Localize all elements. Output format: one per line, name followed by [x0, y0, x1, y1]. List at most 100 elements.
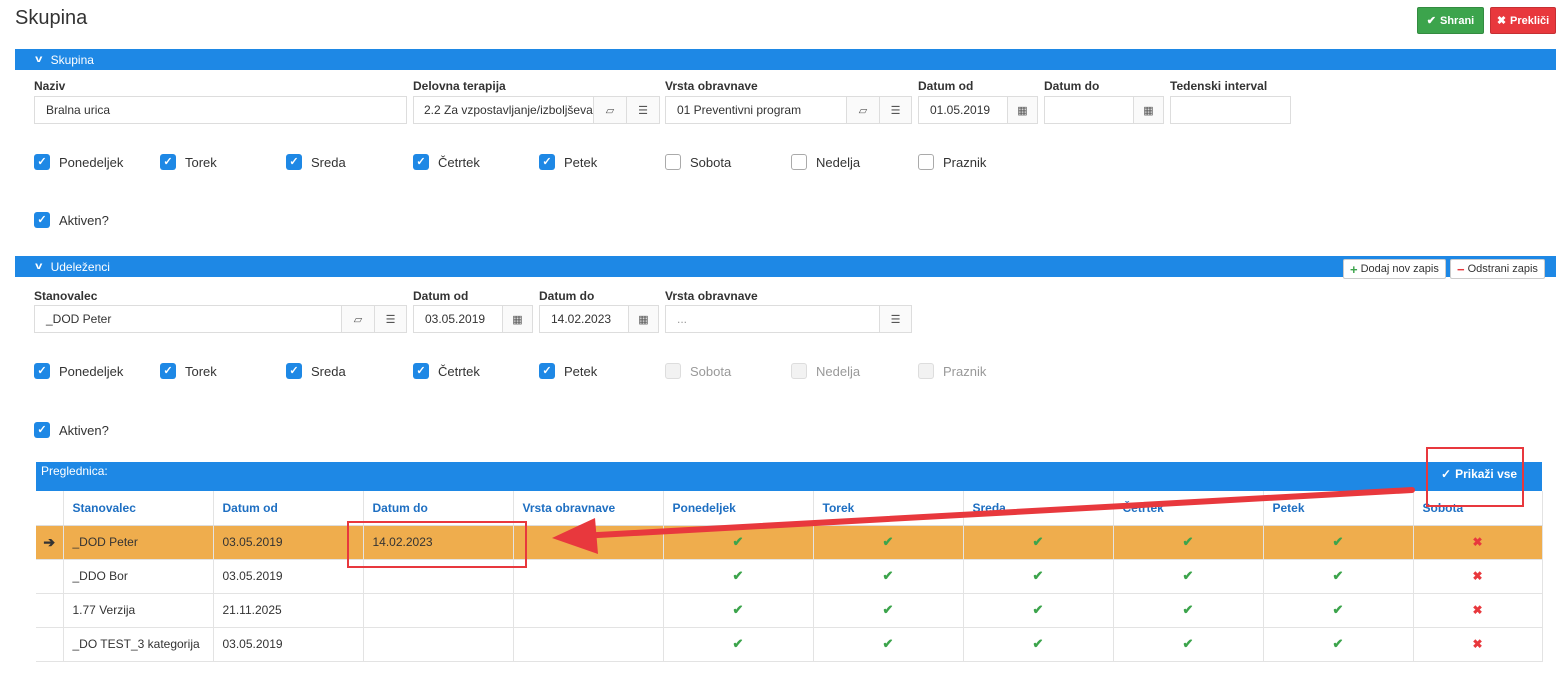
list-icon[interactable]: ☰ — [626, 96, 660, 124]
p-day-sobota: Sobota — [665, 363, 731, 379]
p-day-praznik: Praznik — [918, 363, 986, 379]
add-record-button[interactable]: + Dodaj nov zapis — [1343, 259, 1446, 279]
table-row[interactable]: _DO TEST_3 kategorija 03.05.2019 ✔ ✔ ✔ ✔… — [36, 627, 1543, 662]
group-day-cetrtek[interactable]: ✓ Četrtek — [413, 154, 480, 170]
therapy-label: Delovna terapija — [413, 79, 506, 93]
group-day-praznik[interactable]: Praznik — [918, 154, 986, 170]
checkbox-checked-icon: ✓ — [539, 154, 555, 170]
resident-input[interactable]: _DOD Peter — [34, 305, 342, 333]
date-from-input[interactable]: 01.05.2019 — [918, 96, 1008, 124]
calendar-icon[interactable]: ▦ — [502, 305, 533, 333]
checkbox-checked-icon: ✓ — [34, 422, 50, 438]
check-icon: ✔ — [882, 636, 894, 651]
eraser-icon[interactable]: ▱ — [341, 305, 375, 333]
p-day-cetrtek[interactable]: ✓ Četrtek — [413, 363, 480, 379]
group-day-petek[interactable]: ✓ Petek — [539, 154, 597, 170]
p-date-to-input[interactable]: 14.02.2023 — [539, 305, 629, 333]
group-day-sreda[interactable]: ✓ Sreda — [286, 154, 346, 170]
check-icon: ✔ — [1332, 602, 1344, 617]
calendar-icon[interactable]: ▦ — [1133, 96, 1164, 124]
table-row[interactable]: _DDO Bor 03.05.2019 ✔ ✔ ✔ ✔ ✔ ✖ — [36, 559, 1543, 594]
annotation-arrow-icon — [552, 487, 1415, 554]
chevron-down-icon: v — [35, 261, 43, 272]
checkbox-empty-icon — [918, 154, 934, 170]
participants-section-header[interactable]: v Udeleženci — [15, 256, 1556, 277]
checkbox-empty-icon — [791, 154, 807, 170]
p-date-to-label: Datum do — [539, 289, 595, 303]
check-icon: ✔ — [1032, 568, 1044, 583]
column-header[interactable]: Stanovalec — [63, 491, 214, 526]
list-icon[interactable]: ☰ — [879, 96, 912, 124]
p-type-input[interactable]: ... — [665, 305, 880, 333]
date-to-input[interactable] — [1044, 96, 1134, 124]
plus-icon: + — [1350, 261, 1358, 277]
check-icon: ✔ — [1426, 15, 1436, 27]
checkbox-empty-icon — [665, 154, 681, 170]
p-day-petek[interactable]: ✓ Petek — [539, 363, 597, 379]
cancel-button[interactable]: ✖ Prekliči — [1490, 7, 1556, 34]
column-header[interactable]: Datum do — [363, 491, 514, 526]
cross-icon: ✖ — [1472, 569, 1483, 583]
cross-icon: ✖ — [1472, 637, 1483, 651]
type-input[interactable]: 01 Preventivni program — [665, 96, 847, 124]
p-type-label: Vrsta obravnave — [665, 289, 758, 303]
p-date-from-input[interactable]: 03.05.2019 — [413, 305, 503, 333]
weekly-interval-input[interactable] — [1170, 96, 1291, 124]
row-pointer-icon: ➔ — [36, 525, 64, 560]
group-section-header[interactable]: v Skupina — [15, 49, 1556, 70]
checkbox-disabled-icon — [665, 363, 681, 379]
list-icon[interactable]: ☰ — [879, 305, 912, 333]
cross-icon: ✖ — [1472, 535, 1483, 549]
name-input[interactable]: Bralna urica — [34, 96, 407, 124]
check-icon: ✔ — [732, 568, 744, 583]
group-day-torek[interactable]: ✓ Torek — [160, 154, 217, 170]
group-day-sobota[interactable]: Sobota — [665, 154, 731, 170]
checkbox-disabled-icon — [918, 363, 934, 379]
group-day-nedelja[interactable]: Nedelja — [791, 154, 860, 170]
check-icon: ✔ — [1032, 602, 1044, 617]
checkbox-checked-icon: ✓ — [413, 363, 429, 379]
p-day-nedelja: Nedelja — [791, 363, 860, 379]
p-day-sreda[interactable]: ✓ Sreda — [286, 363, 346, 379]
eraser-icon[interactable]: ▱ — [846, 96, 880, 124]
check-icon: ✔ — [1182, 636, 1194, 651]
check-icon: ✔ — [1182, 602, 1194, 617]
checkbox-checked-icon: ✓ — [34, 154, 50, 170]
p-day-torek[interactable]: ✓ Torek — [160, 363, 217, 379]
checkbox-disabled-icon — [791, 363, 807, 379]
chevron-down-icon: v — [35, 54, 43, 65]
cross-icon: ✖ — [1472, 603, 1483, 617]
checkbox-checked-icon: ✓ — [286, 154, 302, 170]
checkbox-checked-icon: ✓ — [34, 363, 50, 379]
p-day-ponedeljek[interactable]: ✓ Ponedeljek — [34, 363, 123, 379]
table-row[interactable]: 1.77 Verzija 21.11.2025 ✔ ✔ ✔ ✔ ✔ ✖ — [36, 593, 1543, 628]
p-active-checkbox[interactable]: ✓ Aktiven? — [34, 422, 109, 438]
annotation-box-date — [347, 521, 527, 568]
group-active-checkbox[interactable]: ✓ Aktiven? — [34, 212, 109, 228]
checkbox-checked-icon: ✓ — [539, 363, 555, 379]
check-icon: ✔ — [882, 568, 894, 583]
check-icon: ✔ — [1032, 636, 1044, 651]
type-label: Vrsta obravnave — [665, 79, 758, 93]
close-icon: ✖ — [1496, 15, 1507, 27]
annotation-box-show-all — [1426, 447, 1524, 507]
calendar-icon[interactable]: ▦ — [628, 305, 659, 333]
eraser-icon[interactable]: ▱ — [593, 96, 627, 124]
checkbox-checked-icon: ✓ — [34, 212, 50, 228]
therapy-input[interactable]: 2.2 Za vzpostavljanje/izboljševanje — [413, 96, 594, 124]
group-day-ponedeljek[interactable]: ✓ Ponedeljek — [34, 154, 123, 170]
check-icon: ✔ — [1182, 568, 1194, 583]
date-from-label: Datum od — [918, 79, 974, 93]
column-header[interactable]: Datum od — [213, 491, 364, 526]
save-button[interactable]: ✔ Shrani — [1417, 7, 1484, 34]
date-to-label: Datum do — [1044, 79, 1100, 93]
row-indicator-header — [36, 491, 64, 526]
calendar-icon[interactable]: ▦ — [1007, 96, 1038, 124]
remove-record-button[interactable]: − Odstrani zapis — [1450, 259, 1545, 279]
checkbox-checked-icon: ✓ — [286, 363, 302, 379]
weekly-interval-label: Tedenski interval — [1170, 79, 1268, 93]
name-label: Naziv — [34, 79, 66, 93]
list-icon[interactable]: ☰ — [374, 305, 407, 333]
check-icon: ✔ — [1332, 568, 1344, 583]
minus-icon: − — [1457, 261, 1465, 277]
